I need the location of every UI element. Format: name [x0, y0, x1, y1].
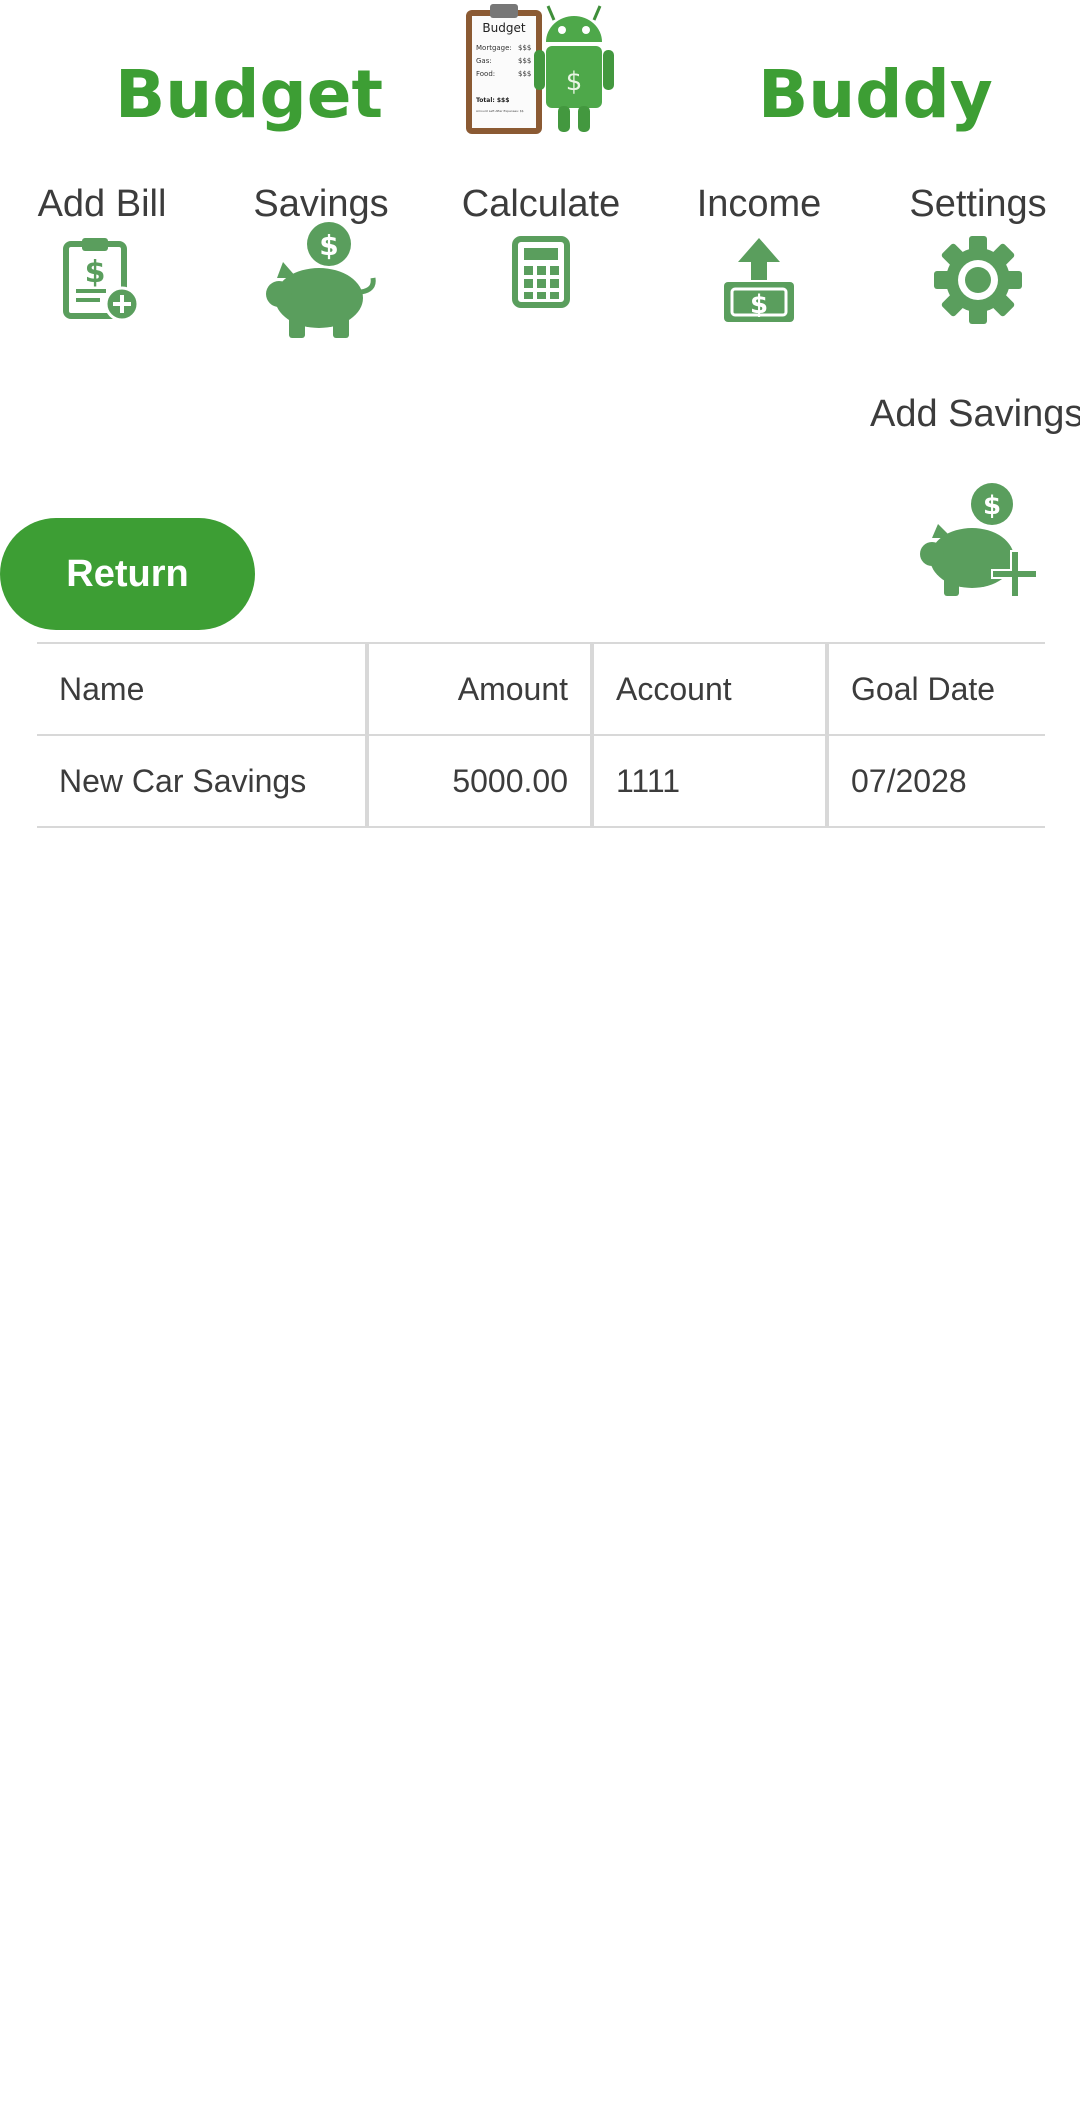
bill-add-icon: $ — [63, 238, 140, 322]
table-header-row: Name Amount Account Goal Date — [37, 642, 1045, 736]
svg-text:$: $ — [319, 229, 338, 262]
svg-text:$$$: $$$ — [518, 44, 531, 52]
add-savings-button[interactable]: Add Savings — [870, 390, 1080, 438]
cell-amount: 5000.00 — [365, 734, 592, 828]
svg-text:$$$: $$$ — [518, 70, 531, 78]
nav-settings[interactable]: Settings — [873, 180, 1080, 336]
table-row[interactable]: New Car Savings 5000.00 1111 07/2028 — [37, 734, 1045, 828]
nav-income[interactable]: Income $ — [654, 180, 864, 336]
piggy-bank-icon: $ — [266, 222, 376, 338]
svg-text:Food:: Food: — [476, 70, 495, 78]
nav-savings-label: Savings — [253, 183, 389, 225]
column-header-name: Name — [37, 642, 367, 736]
piggy-bank-add-icon[interactable]: $ — [920, 482, 1036, 600]
cell-account: 1111 — [590, 734, 827, 828]
app-title-buddy: Buddy — [758, 56, 993, 133]
income-icon: $ — [724, 238, 794, 322]
svg-text:$: $ — [566, 67, 583, 97]
svg-text:$: $ — [750, 290, 768, 320]
add-savings-label: Add Savings — [870, 393, 1080, 435]
svg-text:$: $ — [983, 491, 1001, 521]
svg-text:Amount Left After Expenses: $$: Amount Left After Expenses: $$ — [476, 109, 524, 113]
savings-table: Name Amount Account Goal Date New Car Sa… — [37, 642, 1045, 828]
svg-text:Total: $$$: Total: $$$ — [476, 97, 509, 104]
svg-text:$: $ — [85, 255, 106, 290]
nav-add-bill-label: Add Bill — [37, 183, 167, 225]
gear-icon — [934, 236, 1022, 324]
cell-goal-date: 07/2028 — [825, 734, 1045, 828]
svg-text:Mortgage:: Mortgage: — [476, 44, 512, 52]
svg-text:$$$: $$$ — [518, 57, 531, 65]
svg-text:Gas:: Gas: — [476, 57, 492, 65]
nav-calculate-label: Calculate — [461, 183, 621, 225]
nav-settings-label: Settings — [909, 183, 1047, 225]
column-header-goal-date: Goal Date — [825, 642, 1045, 736]
app-logo: Budget Mortgage: $$$ Gas: $$$ Food: $$$ … — [466, 4, 614, 134]
nav-add-bill[interactable]: Add Bill $ — [0, 180, 207, 336]
column-header-amount: Amount — [365, 642, 592, 736]
nav-savings[interactable]: Savings $ — [216, 180, 426, 338]
app-title-budget: Budget — [115, 56, 384, 133]
nav-income-label: Income — [696, 183, 822, 225]
cell-name: New Car Savings — [37, 734, 367, 828]
logo-clipboard-title: Budget — [482, 21, 525, 35]
nav-calculate[interactable]: Calculate — [436, 180, 646, 336]
calculator-icon — [512, 236, 570, 308]
return-button[interactable]: Return — [0, 518, 255, 630]
column-header-account: Account — [590, 642, 827, 736]
